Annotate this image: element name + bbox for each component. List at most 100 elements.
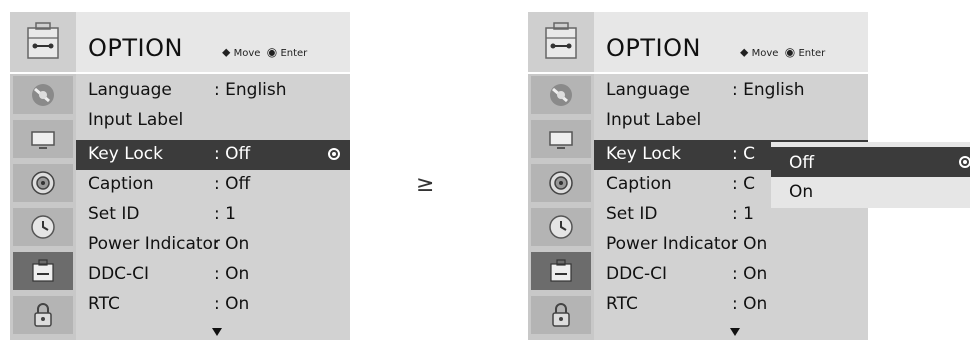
row-label: Language	[88, 80, 172, 100]
category-icon-column	[10, 74, 76, 340]
row-value: : On	[732, 294, 768, 314]
move-hint-label: Move	[233, 48, 261, 59]
move-icon: ⬥	[222, 45, 231, 59]
header-bar: OPTION ⬥ Move ◉ Enter	[76, 12, 350, 72]
option-label: Off	[789, 153, 815, 173]
page-title: OPTION	[606, 34, 701, 62]
row-value: : Off	[214, 144, 251, 164]
option-icon	[550, 259, 572, 282]
category-picture[interactable]	[531, 76, 591, 114]
menu-row-power-indicator[interactable]: Power Indicator : On	[76, 230, 350, 260]
category-option[interactable]	[531, 252, 591, 290]
row-label: Caption	[88, 174, 154, 194]
row-value: : C	[732, 174, 756, 194]
category-lock[interactable]	[13, 296, 73, 334]
row-value: : On	[732, 264, 768, 284]
row-value: : On	[214, 294, 250, 314]
time-icon	[549, 215, 573, 239]
menu-row-input-label[interactable]: Input Label	[594, 106, 868, 136]
move-hint-label: Move	[751, 48, 779, 59]
header-icon-box	[10, 12, 76, 72]
header-bar: OPTION ⬥ Move ◉ Enter	[594, 12, 868, 72]
row-label: Caption	[606, 174, 672, 194]
row-value: : On	[732, 234, 768, 254]
selected-radio-icon	[959, 156, 970, 168]
menu-row-caption[interactable]: Caption : Off	[76, 170, 350, 200]
scroll-down-icon[interactable]	[730, 328, 740, 336]
toolbox-icon	[545, 22, 577, 59]
option-label: On	[789, 182, 814, 202]
row-label: Key Lock	[88, 144, 163, 164]
row-label: Power Indicator	[88, 234, 220, 254]
category-screen[interactable]	[531, 120, 591, 158]
popup-option-off[interactable]: Off	[771, 147, 970, 177]
page-title: OPTION	[88, 34, 183, 62]
row-label: DDC-CI	[606, 264, 668, 284]
row-value: : On	[214, 234, 250, 254]
audio-icon	[549, 171, 573, 195]
row-label: Input Label	[606, 110, 702, 130]
menu-header: OPTION ⬥ Move ◉ Enter	[528, 12, 868, 72]
picture-icon	[550, 84, 572, 106]
menu-row-ddc-ci[interactable]: DDC-CI : On	[76, 260, 350, 290]
row-label: RTC	[606, 294, 638, 314]
menu-row-language[interactable]: Language : English	[76, 76, 350, 106]
row-label: Input Label	[88, 110, 184, 130]
toolbox-icon	[27, 22, 59, 59]
popup-option-on[interactable]: On	[771, 176, 970, 206]
category-time[interactable]	[531, 208, 591, 246]
category-icon-column	[528, 74, 594, 340]
row-value: : Off	[214, 174, 251, 194]
menu-row-set-id[interactable]: Set ID : 1	[76, 200, 350, 230]
row-value: : 1	[214, 204, 236, 224]
row-value: : 1	[732, 204, 754, 224]
screen-icon	[31, 131, 55, 149]
picture-icon	[32, 84, 54, 106]
nav-hint: ⬥ Move ◉ Enter	[740, 45, 825, 60]
category-lock[interactable]	[531, 296, 591, 334]
category-audio[interactable]	[531, 164, 591, 202]
category-audio[interactable]	[13, 164, 73, 202]
move-icon: ⬥	[740, 45, 749, 59]
category-time[interactable]	[13, 208, 73, 246]
row-label: Set ID	[606, 204, 658, 224]
row-label: Set ID	[88, 204, 140, 224]
enter-hint-label: Enter	[798, 48, 826, 59]
option-icon	[32, 259, 54, 282]
nav-hint: ⬥ Move ◉ Enter	[222, 45, 307, 60]
row-value: : On	[214, 264, 250, 284]
enter-icon: ◉	[266, 45, 278, 59]
enter-icon: ◉	[784, 45, 796, 59]
menu-row-language[interactable]: Language : English	[594, 76, 868, 106]
screen-icon	[549, 131, 573, 149]
row-value: : English	[214, 80, 287, 100]
row-label: Power Indicator	[606, 234, 738, 254]
key-lock-popup: Off On	[771, 142, 970, 208]
menu-row-key-lock[interactable]: Key Lock : Off	[76, 140, 350, 170]
row-label: RTC	[88, 294, 120, 314]
audio-icon	[31, 171, 55, 195]
menu-row-rtc[interactable]: RTC : On	[76, 290, 350, 320]
lock-icon	[552, 303, 570, 327]
menu-row-ddc-ci[interactable]: DDC-CI : On	[594, 260, 868, 290]
row-value: : C	[732, 144, 756, 164]
menu-row-input-label[interactable]: Input Label	[76, 106, 350, 136]
menu-row-power-indicator[interactable]: Power Indicator : On	[594, 230, 868, 260]
header-icon-box	[528, 12, 594, 72]
row-label: DDC-CI	[88, 264, 150, 284]
category-option[interactable]	[13, 252, 73, 290]
option-list: Language : English Input Label Key Lock …	[76, 74, 350, 340]
lock-icon	[34, 303, 52, 327]
menu-header: OPTION ⬥ Move ◉ Enter	[10, 12, 350, 72]
option-menu-after: OPTION ⬥ Move ◉ Enter Language: English…	[528, 12, 970, 340]
scroll-down-icon[interactable]	[212, 328, 222, 336]
time-icon	[31, 215, 55, 239]
step-arrow-icon: ≥	[416, 172, 435, 197]
option-menu-before: OPTION ⬥ Move ◉ Enter Language: English…	[10, 12, 350, 340]
enter-radio-icon	[328, 148, 340, 160]
category-screen[interactable]	[13, 120, 73, 158]
row-label: Key Lock	[606, 144, 681, 164]
enter-hint-label: Enter	[280, 48, 308, 59]
category-picture[interactable]	[13, 76, 73, 114]
menu-row-rtc[interactable]: RTC : On	[594, 290, 868, 320]
